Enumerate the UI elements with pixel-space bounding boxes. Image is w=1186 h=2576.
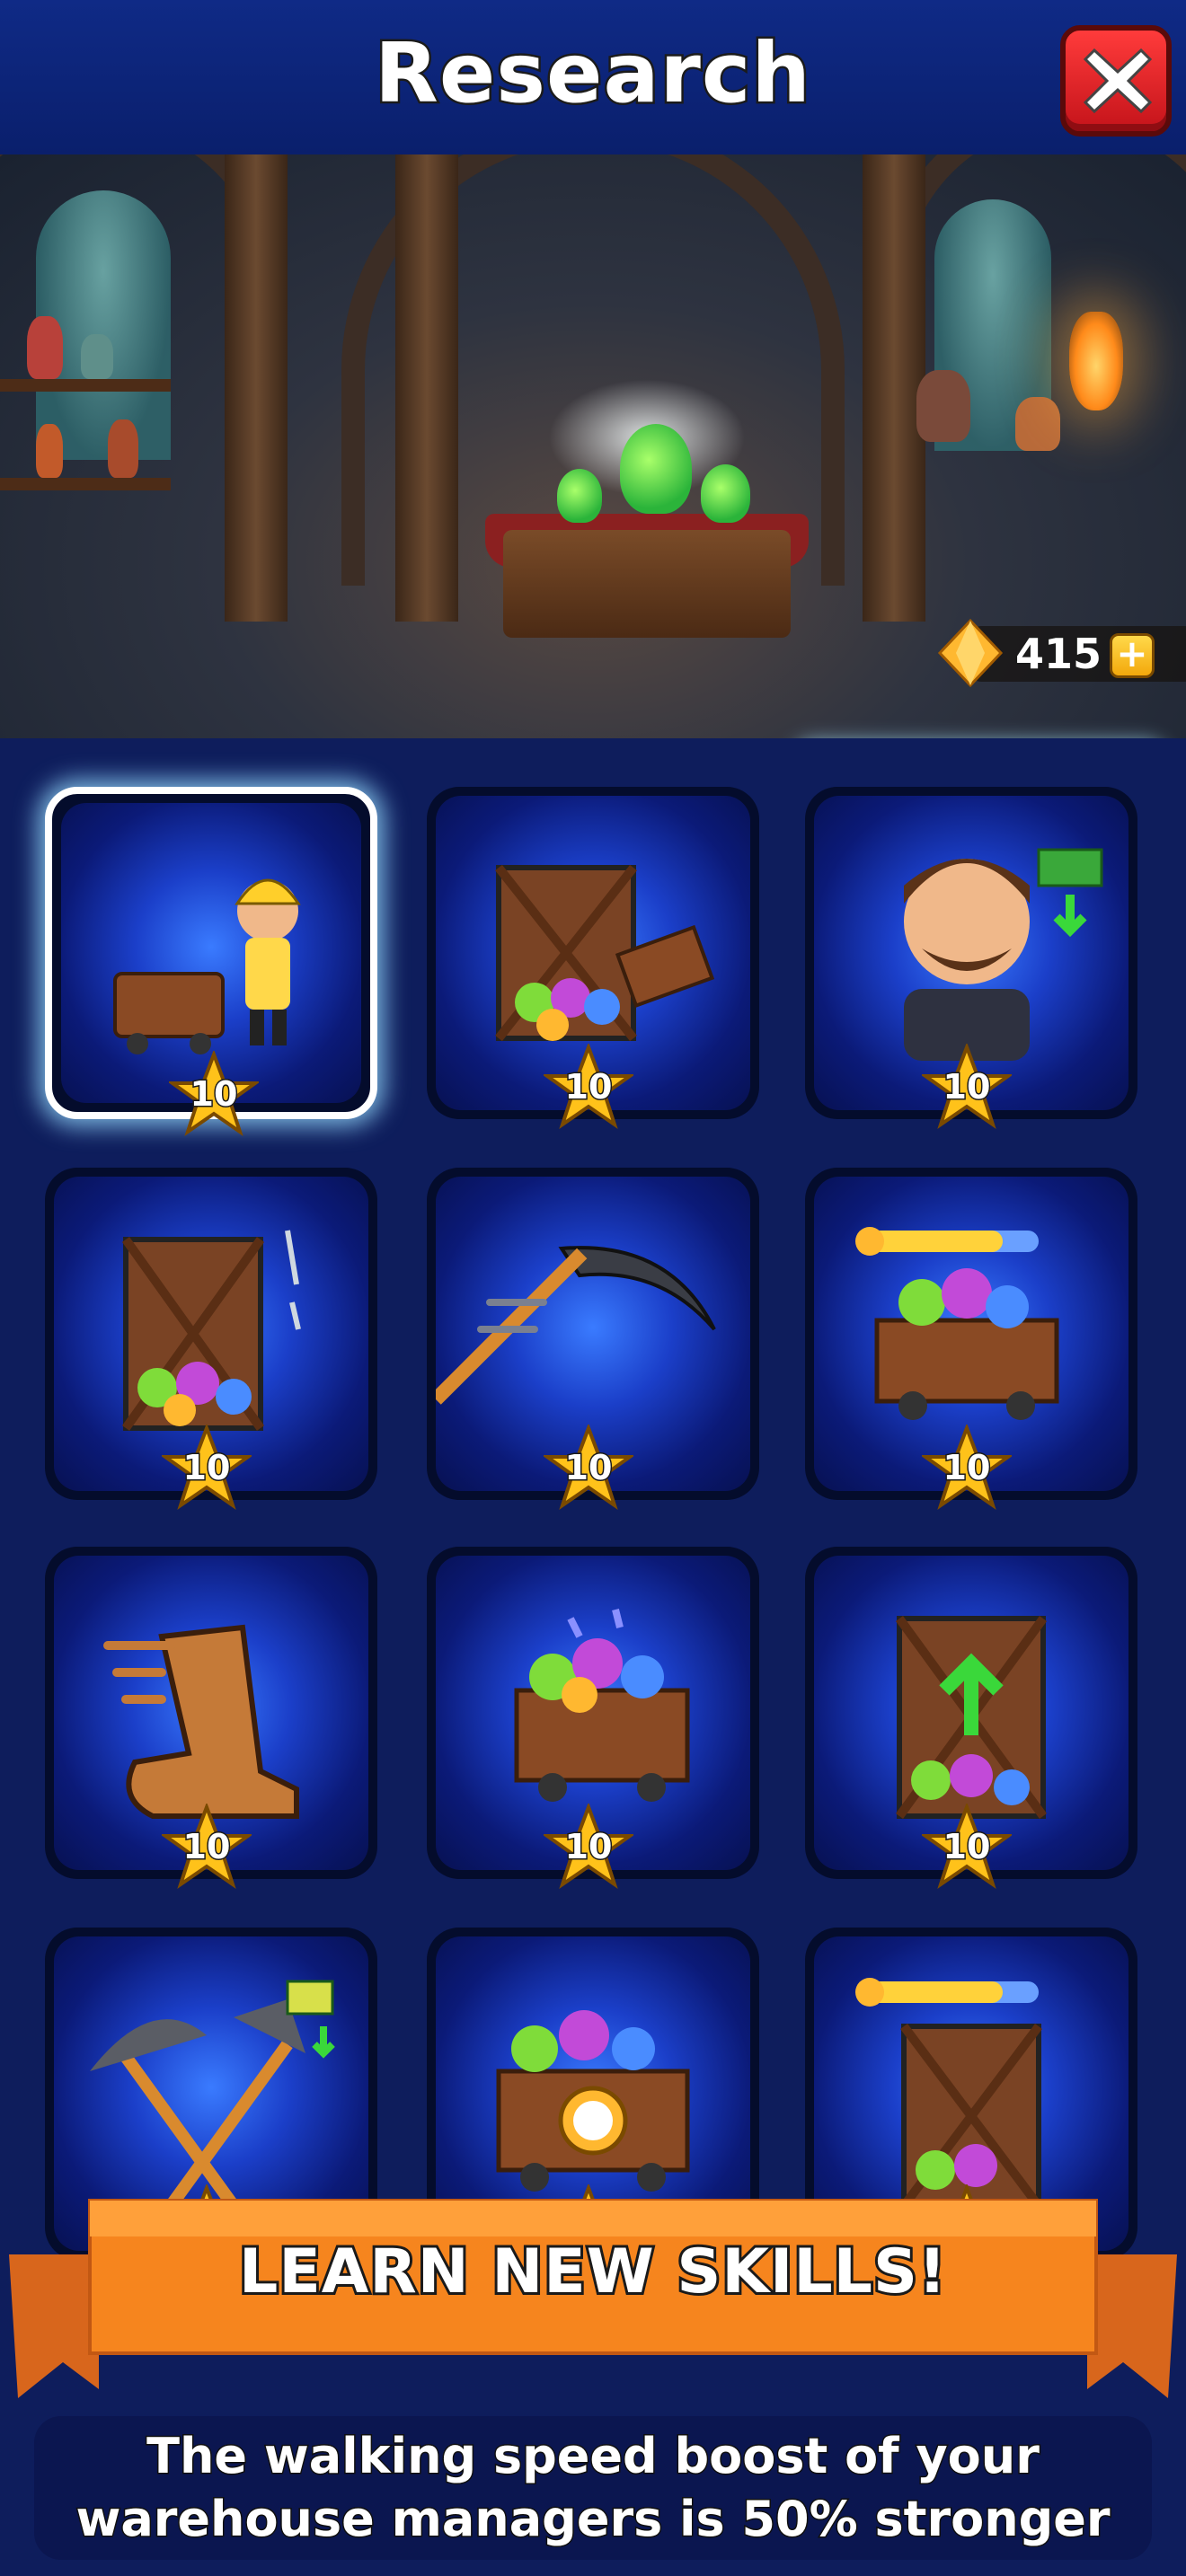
add-gems-button[interactable]: +	[1110, 633, 1155, 678]
skill-level: 10	[181, 1826, 232, 1868]
lab-table	[503, 530, 791, 638]
lab-banner: 415 +	[0, 154, 1186, 738]
skill-level: 10	[942, 1826, 992, 1868]
skill-card[interactable]: 10	[805, 1547, 1137, 1889]
skill-level: 10	[181, 1447, 232, 1489]
skill-card[interactable]: 10	[805, 1168, 1137, 1510]
level-star-badge: 10	[166, 1049, 261, 1137]
pillar	[225, 154, 288, 622]
level-star-badge: 10	[919, 1423, 1014, 1511]
bottle	[108, 419, 138, 478]
gem-count: 415	[1013, 629, 1102, 680]
bottle	[36, 424, 63, 478]
skill-level: 10	[563, 1066, 614, 1108]
skill-level: 10	[942, 1447, 992, 1489]
level-star-badge: 10	[541, 1423, 636, 1511]
skill-card[interactable]: 10	[45, 1168, 377, 1510]
shelf	[0, 379, 171, 392]
bottle	[27, 316, 63, 379]
skill-card[interactable]: 10	[427, 787, 759, 1129]
skill-level: 10	[942, 1066, 992, 1108]
level-star-badge: 10	[919, 1802, 1014, 1890]
skill-card[interactable]: 10	[45, 787, 377, 1136]
green-flask	[557, 469, 602, 523]
close-button[interactable]	[1060, 25, 1172, 137]
stone-arch	[881, 154, 1186, 532]
close-icon	[1083, 48, 1153, 114]
level-star-badge: 10	[541, 1802, 636, 1890]
skill-level: 10	[189, 1073, 239, 1116]
gold-gem-icon	[937, 618, 1004, 688]
page-title: Research	[373, 23, 813, 124]
top-bar: Research	[0, 0, 1186, 154]
bottle	[81, 334, 113, 379]
bottle	[916, 370, 970, 442]
level-star-badge: 10	[159, 1802, 254, 1890]
shelf	[0, 478, 171, 490]
level-star-badge: 10	[919, 1042, 1014, 1130]
pillar	[395, 154, 458, 622]
ribbon-title: LEARN NEW SKILLS!	[236, 2234, 949, 2310]
skill-description: The walking speed boost of your warehous…	[75, 2427, 1111, 2549]
skill-card[interactable]: 10	[805, 787, 1137, 1129]
pillar	[863, 154, 925, 622]
skill-card[interactable]: 10	[45, 1547, 377, 1889]
oil-lamp	[1069, 312, 1123, 410]
skill-card[interactable]: 10	[427, 1547, 759, 1889]
gem-counter: 415 +	[934, 617, 1186, 689]
level-star-badge: 10	[159, 1423, 254, 1511]
level-star-badge: 10	[541, 1042, 636, 1130]
bottle	[1015, 397, 1060, 451]
skill-level: 10	[563, 1826, 614, 1868]
skill-level: 10	[563, 1447, 614, 1489]
green-flask	[620, 424, 692, 514]
green-flask	[701, 464, 750, 523]
skill-card[interactable]: 10	[427, 1168, 759, 1510]
